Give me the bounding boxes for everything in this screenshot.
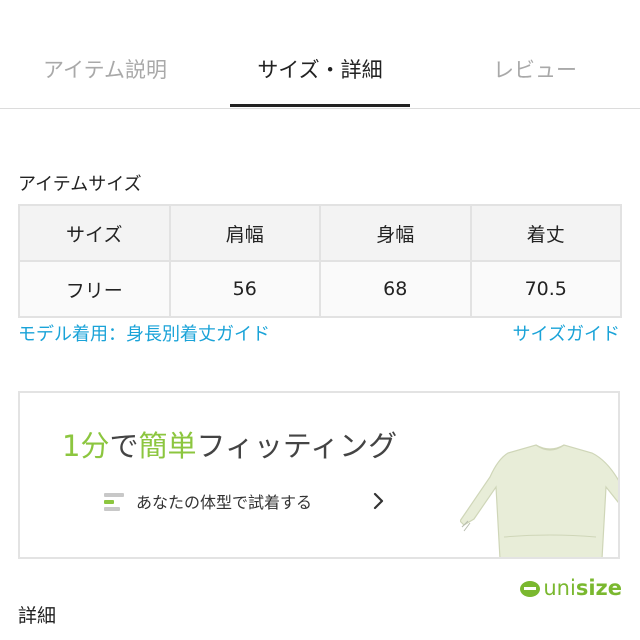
details-heading: 詳細 <box>18 605 57 627</box>
size-table-cell: 56 <box>168 260 321 318</box>
fitting-title-minutes: 1分 <box>62 429 110 463</box>
unisize-logo-uni: uni <box>543 576 576 600</box>
tab-reviews[interactable]: レビュー <box>430 52 640 88</box>
size-table-header-cell: 着丈 <box>469 204 622 262</box>
tab-size-details[interactable]: サイズ・詳細 <box>210 52 430 88</box>
chevron-right-icon[interactable] <box>370 489 388 513</box>
tab-item-description[interactable]: アイテム説明 <box>0 52 210 88</box>
sweater-illustration <box>460 444 618 557</box>
size-table-header-cell: 肩幅 <box>168 204 321 262</box>
try-on-with-your-body-link[interactable]: あなたの体型で試着する <box>136 489 312 513</box>
size-table-header-cell: 身幅 <box>319 204 472 262</box>
unisize-logo: uni size <box>519 575 622 601</box>
size-table-header-row: サイズ 肩幅 身幅 着丈 <box>18 204 622 262</box>
size-table-cell: 68 <box>319 260 472 318</box>
fitting-title-particle: で <box>109 429 139 463</box>
model-height-length-guide-link[interactable]: モデル着用：身長別着丈ガイド <box>18 320 270 346</box>
fitting-title: 1分で簡単フィッティング <box>62 423 397 465</box>
unisize-logo-icon <box>520 581 541 597</box>
size-table-header-cell: サイズ <box>18 204 171 262</box>
fitting-title-rest: フィッティング <box>196 429 398 463</box>
active-tab-indicator <box>230 104 410 107</box>
fitting-title-easy: 簡単 <box>138 429 197 463</box>
tab-bar: アイテム説明 サイズ・詳細 レビュー <box>0 0 640 109</box>
table-row: フリー 56 68 70.5 <box>18 260 622 318</box>
size-guide-link[interactable]: サイズガイド <box>513 320 620 346</box>
unisize-logo-size: size <box>575 576 622 600</box>
unisize-fitting-banner[interactable]: 1分で簡単フィッティング あなたの体型で試着する <box>18 391 620 559</box>
item-size-heading: アイテムサイズ <box>18 174 142 195</box>
size-table-cell: フリー <box>18 260 171 318</box>
size-table: サイズ 肩幅 身幅 着丈 フリー 56 68 70.5 <box>18 204 622 318</box>
size-bars-icon <box>104 493 124 515</box>
size-table-cell: 70.5 <box>469 260 622 318</box>
